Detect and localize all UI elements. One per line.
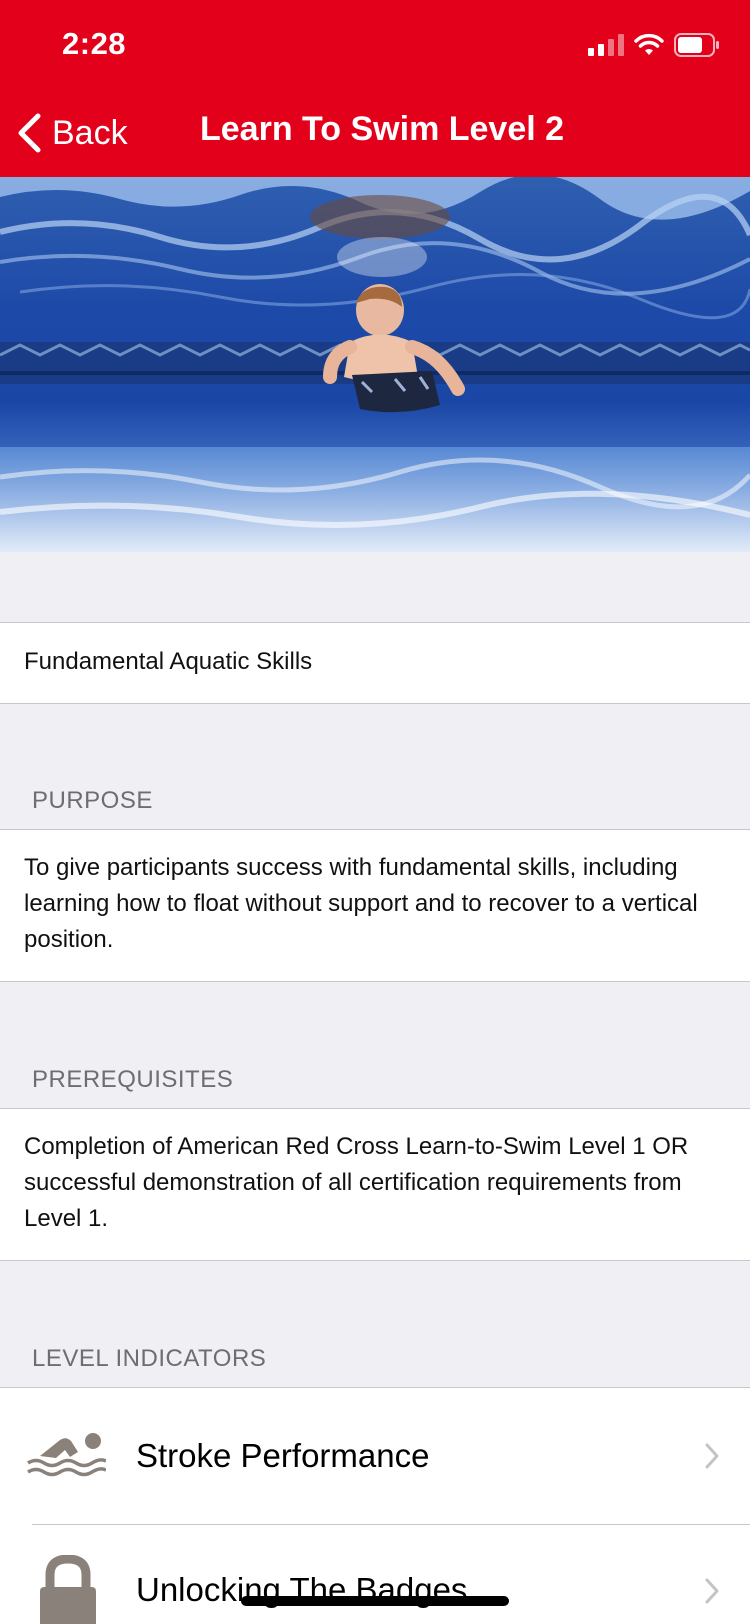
battery-icon [674,33,719,57]
status-time: 2:28 [62,26,127,61]
status-icons [588,30,720,60]
purpose-text: To give participants success with fundam… [24,854,698,953]
prerequisites-header: PREREQUISITES [32,1066,234,1093]
purpose-cell: To give participants success with fundam… [0,829,750,982]
prerequisites-text: Completion of American Red Cross Learn-t… [24,1133,689,1232]
back-button[interactable]: Back [16,108,128,158]
subtitle-cell: Fundamental Aquatic Skills [0,622,750,704]
back-label: Back [52,113,128,152]
chevron-right-icon [705,1443,719,1469]
cellular-signal-icon [588,34,624,56]
chevron-left-icon [18,113,41,153]
unlocking-badges-row[interactable]: Unlocking The Badges [0,1525,750,1624]
swimmer-icon [27,1433,106,1477]
lock-icon [40,1555,96,1624]
chevron-right-icon [705,1578,719,1604]
prerequisites-cell: Completion of American Red Cross Learn-t… [0,1108,750,1261]
stroke-performance-label: Stroke Performance [136,1437,430,1474]
level-indicators-header: LEVEL INDICATORS [32,1345,267,1372]
subtitle-text: Fundamental Aquatic Skills [24,648,313,675]
page-title: Learn To Swim Level 2 [200,110,565,148]
nav-header: 2:28 Back Learn To Swim Level 2 [0,0,750,177]
home-indicator[interactable] [241,1596,509,1606]
hero-image [0,177,750,552]
wifi-icon [634,33,664,55]
stroke-performance-row[interactable]: Stroke Performance [0,1388,750,1524]
purpose-header: PURPOSE [32,787,153,814]
